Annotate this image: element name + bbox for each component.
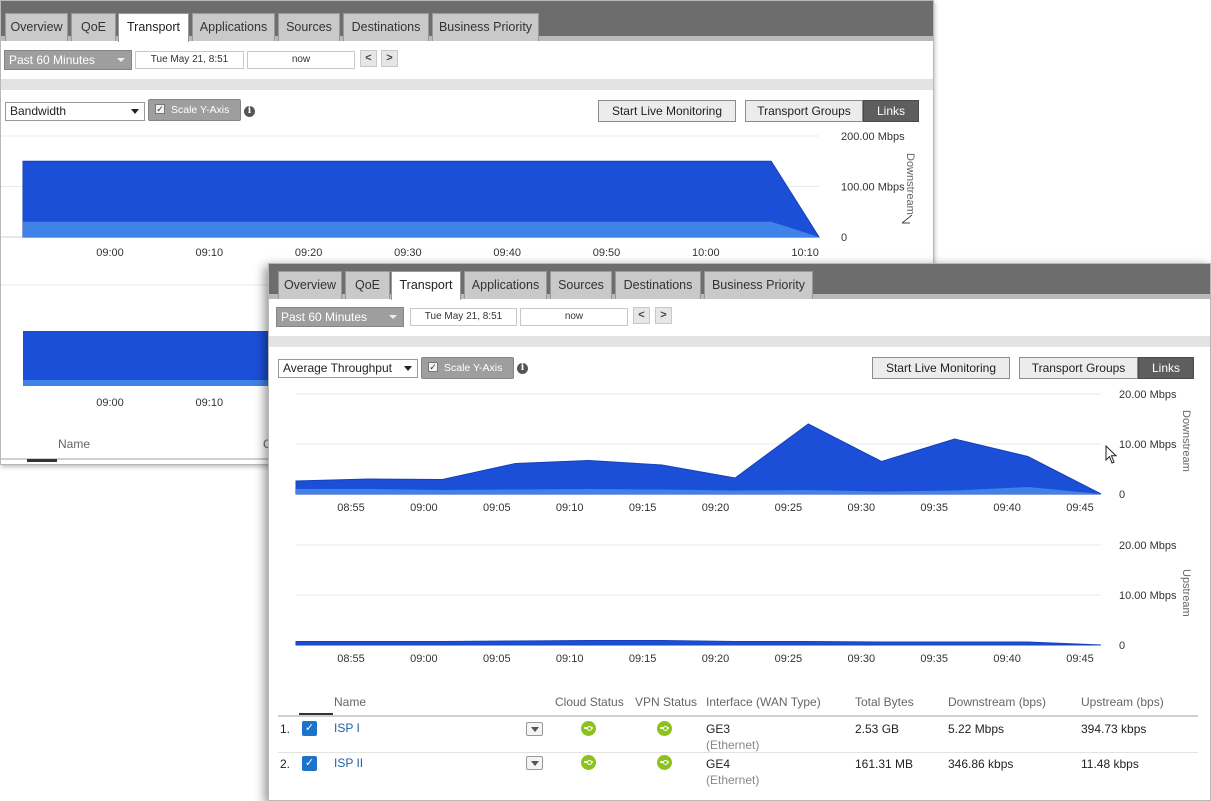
link-name[interactable]: ISP II: [334, 756, 363, 770]
y-tick-label: 20.00 Mbps: [1119, 389, 1177, 401]
x-tick-label: 09:00: [410, 653, 438, 665]
total-bytes: 2.53 GB: [855, 722, 900, 736]
front-throughput-charts: 08:55 09:00 09:05 09:10 09:15 09:20 09:25 09:30…: [295, 389, 1192, 665]
cloud-status-icon: [581, 721, 596, 736]
x-tick-label: 09:45: [1066, 502, 1094, 514]
y-tick-label: 20.00 Mbps: [1119, 540, 1177, 552]
row-checkbox[interactable]: ✓: [302, 756, 317, 771]
y-tick-label: 100.00 Mbps: [841, 182, 905, 194]
table-header-divider: [278, 715, 1198, 717]
series-area: [23, 221, 819, 237]
x-tick-label: 09:10: [556, 653, 584, 665]
wan-type: (Ethernet): [706, 773, 760, 787]
total-bytes: 161.31 MB: [855, 757, 914, 771]
row-index: 1.: [280, 722, 291, 736]
table-row-divider: [278, 752, 1198, 753]
row-checkbox[interactable]: ✓: [302, 721, 317, 736]
downstream-axis-label: Downstream: [904, 153, 916, 215]
vpn-status-icon: [657, 755, 672, 770]
x-tick-label: 09:20: [702, 502, 730, 514]
col-header-cloud-status: Cloud Status: [555, 695, 624, 709]
vpn-status-icon: [657, 721, 672, 736]
resize-icon: [901, 214, 913, 224]
row-actions-dropdown[interactable]: [526, 756, 543, 770]
row-index: 2.: [280, 757, 291, 771]
select-all-marker: [27, 459, 57, 462]
x-tick-label: 10:10: [791, 247, 819, 259]
y-tick-label: 0: [1119, 489, 1125, 501]
x-tick-label: 09:10: [556, 502, 584, 514]
x-tick-label: 09:15: [629, 653, 657, 665]
col-header-name: Name: [58, 437, 91, 451]
x-tick-label: 09:45: [1066, 653, 1094, 665]
upstream-bps: 11.48 kbps: [1081, 757, 1139, 771]
downstream-bps: 346.86 kbps: [948, 757, 1014, 771]
series-area: [295, 640, 1102, 646]
series-area: [295, 423, 1102, 495]
col-header-downstream: Downstream (bps): [948, 695, 1047, 709]
col-header-total-bytes: Total Bytes: [855, 695, 914, 709]
link-name[interactable]: ISP I: [334, 721, 360, 735]
y-tick-label: 0: [1119, 640, 1125, 652]
x-tick-label: 09:30: [848, 653, 876, 665]
x-tick-label: 09:30: [848, 502, 876, 514]
x-tick-label: 09:30: [394, 247, 422, 259]
x-tick-label: 09:35: [920, 653, 948, 665]
front-transport-panel: Overview QoE Transport Applications Sour…: [268, 263, 1211, 801]
interface-name: GE4: [706, 757, 731, 771]
x-tick-label: 09:00: [96, 247, 124, 259]
y-tick-label: 10.00 Mbps: [1119, 439, 1177, 451]
y-tick-label: 10.00 Mbps: [1119, 590, 1177, 602]
upstream-bps: 394.73 kbps: [1081, 722, 1147, 736]
mouse-cursor-icon: [1105, 445, 1118, 464]
x-tick-label: 09:25: [775, 502, 803, 514]
col-header-interface: Interface (WAN Type): [706, 695, 821, 709]
downstream-axis-label: Downstream: [1180, 410, 1192, 472]
x-tick-label: 09:15: [629, 502, 657, 514]
downstream-bps: 5.22 Mbps: [948, 722, 1005, 736]
col-header-upstream: Upstream (bps): [1081, 695, 1164, 709]
select-all-marker: [299, 713, 333, 715]
x-tick-label: 09:00: [96, 397, 124, 409]
x-tick-label: 09:00: [410, 502, 438, 514]
col-header-name: Name: [334, 695, 367, 709]
x-tick-label: 09:25: [775, 653, 803, 665]
x-tick-label: 08:55: [337, 653, 365, 665]
chevron-down-icon: [531, 727, 539, 732]
x-tick-label: 09:20: [702, 653, 730, 665]
x-tick-label: 09:40: [993, 502, 1021, 514]
x-tick-label: 09:50: [593, 247, 621, 259]
x-tick-label: 08:55: [337, 502, 365, 514]
cloud-status-icon: [581, 755, 596, 770]
x-tick-label: 09:05: [483, 653, 511, 665]
col-header-vpn-status: VPN Status: [635, 695, 698, 709]
interface-name: GE3: [706, 722, 731, 736]
x-tick-label: 10:00: [692, 247, 720, 259]
x-tick-label: 09:40: [993, 653, 1021, 665]
x-tick-label: 09:40: [493, 247, 521, 259]
x-tick-label: 09:20: [295, 247, 323, 259]
x-tick-label: 09:10: [196, 397, 224, 409]
x-tick-label: 09:05: [483, 502, 511, 514]
chevron-down-icon: [531, 761, 539, 766]
row-actions-dropdown[interactable]: [526, 722, 543, 736]
y-tick-label: 0: [841, 232, 847, 244]
x-tick-label: 09:35: [920, 502, 948, 514]
upstream-axis-label: Upstream: [1180, 569, 1192, 617]
y-tick-label: 200.00 Mbps: [841, 131, 905, 143]
wan-type: (Ethernet): [706, 738, 760, 752]
x-tick-label: 09:10: [196, 247, 224, 259]
